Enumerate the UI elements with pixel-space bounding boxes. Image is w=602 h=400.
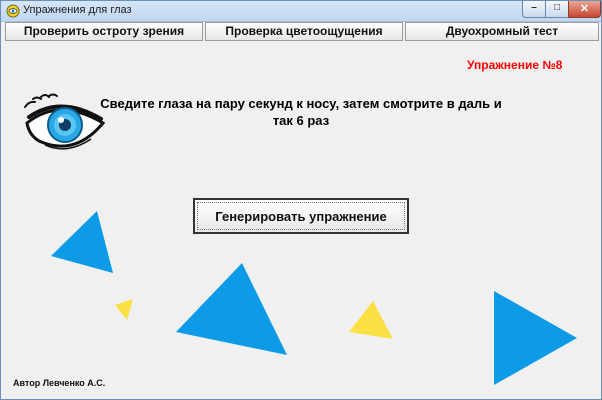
window-title: Упражнения для глаз [23,4,132,16]
close-icon: ✕ [579,3,590,15]
generate-exercise-button[interactable]: Генерировать упражнение [193,198,409,234]
blue-triangle [494,291,577,385]
title-bar[interactable]: Упражнения для глаз – □ ✕ [1,1,601,22]
blue-triangle [51,211,113,273]
minimize-button[interactable]: – [522,1,546,18]
tab-color-perception[interactable]: Проверка цветоощущения [205,22,403,41]
exercise-number: Упражнение №8 [467,58,563,72]
app-window: Упражнения для глаз – □ ✕ Проверить остр… [0,0,602,400]
tab-duochrome-test[interactable]: Двуохромный тест [405,22,599,41]
close-button[interactable]: ✕ [568,1,601,18]
blue-triangle [176,263,287,355]
app-icon [6,4,20,18]
yellow-triangle [349,301,393,339]
exercise-instruction: Сведите глаза на пару секунд к носу, зат… [100,96,502,128]
maximize-icon: □ [553,2,561,13]
tab-visual-acuity[interactable]: Проверить остроту зрения [5,22,203,41]
maximize-button[interactable]: □ [545,1,569,18]
yellow-triangle [115,299,133,320]
author-credit: Автор Левченко А.С. [13,378,106,388]
minimize-icon: – [531,2,537,13]
